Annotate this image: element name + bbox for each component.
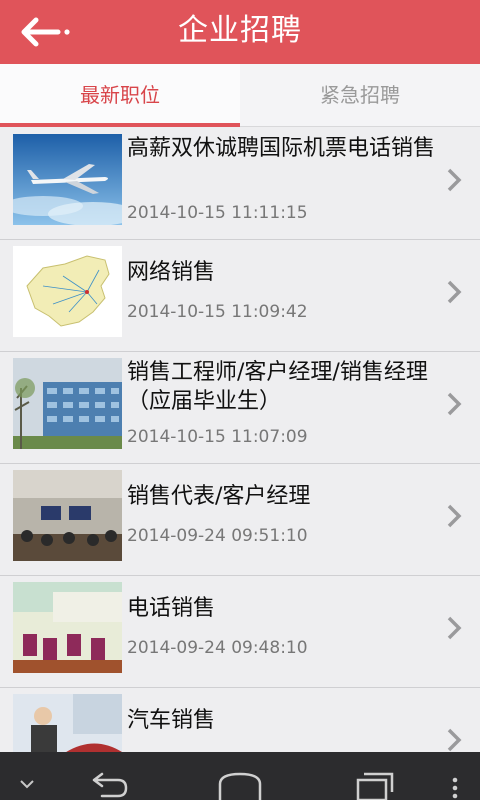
job-thumbnail: [13, 134, 122, 225]
app-screen: 企业招聘 最新职位 紧急招聘 高薪双休诚聘国际机票电话销售 2014-10-15…: [0, 0, 480, 800]
tab-urgent-jobs[interactable]: 紧急招聘: [240, 64, 480, 126]
chevron-right-icon: [447, 504, 462, 528]
job-thumbnail: [13, 582, 122, 673]
chevron-right-icon: [447, 728, 462, 752]
job-title: 网络销售: [127, 260, 216, 285]
restaurant-photo: [13, 582, 122, 673]
chevron-down-icon[interactable]: [10, 752, 44, 800]
job-title: 汽车销售: [127, 708, 216, 733]
meeting-room-photo: [13, 470, 122, 561]
job-date: 2014-10-15 11:11:15: [127, 203, 308, 223]
menu-dots-icon[interactable]: [440, 752, 470, 800]
job-title: 销售代表/客户经理: [127, 484, 311, 509]
car-showroom-photo: [13, 694, 122, 752]
job-title: 高薪双休诚聘国际机票电话销售: [127, 136, 436, 161]
job-title: 销售工程师/客户经理/销售经理（应届毕业生）: [127, 360, 428, 414]
job-date: 2014-09-24 09:51:10: [127, 526, 308, 546]
job-date: 2014-09-24 09:48:10: [127, 638, 308, 658]
job-list-item[interactable]: 销售代表/客户经理 2014-09-24 09:51:10: [0, 464, 480, 576]
job-thumbnail: [13, 246, 122, 337]
tab-latest-jobs[interactable]: 最新职位: [0, 64, 240, 126]
job-list-item[interactable]: 销售工程师/客户经理/销售经理（应届毕业生） 2014-10-15 11:07:…: [0, 352, 480, 464]
job-list: 高薪双休诚聘国际机票电话销售 2014-10-15 11:11:15 网络销售: [0, 128, 480, 752]
recent-apps-icon[interactable]: [346, 752, 402, 800]
job-thumbnail: [13, 358, 122, 449]
job-list-item[interactable]: 电话销售 2014-09-24 09:48:10: [0, 576, 480, 688]
system-navigation-bar: [0, 752, 480, 800]
job-thumbnail: [13, 470, 122, 561]
office-building-photo: [13, 358, 122, 449]
airplane-photo: [13, 134, 122, 225]
job-date: 2014-10-15 11:09:42: [127, 302, 308, 322]
chevron-right-icon: [447, 392, 462, 416]
job-title: 电话销售: [127, 596, 216, 621]
tab-bar: 最新职位 紧急招聘: [0, 64, 480, 127]
chevron-right-icon: [447, 280, 462, 304]
back-icon[interactable]: [80, 752, 136, 800]
title-bar: 企业招聘: [0, 0, 480, 64]
china-map-photo: [13, 246, 122, 337]
chevron-right-icon: [447, 616, 462, 640]
active-tab-indicator: [0, 123, 240, 127]
page-title: 企业招聘: [178, 13, 302, 48]
job-date: 2014-10-15 11:07:09: [127, 427, 308, 447]
job-thumbnail: [13, 694, 122, 752]
home-icon[interactable]: [212, 752, 268, 800]
job-list-item[interactable]: 高薪双休诚聘国际机票电话销售 2014-10-15 11:11:15: [0, 128, 480, 240]
job-list-item[interactable]: 网络销售 2014-10-15 11:09:42: [0, 240, 480, 352]
job-list-item[interactable]: 汽车销售: [0, 688, 480, 752]
chevron-right-icon: [447, 168, 462, 192]
